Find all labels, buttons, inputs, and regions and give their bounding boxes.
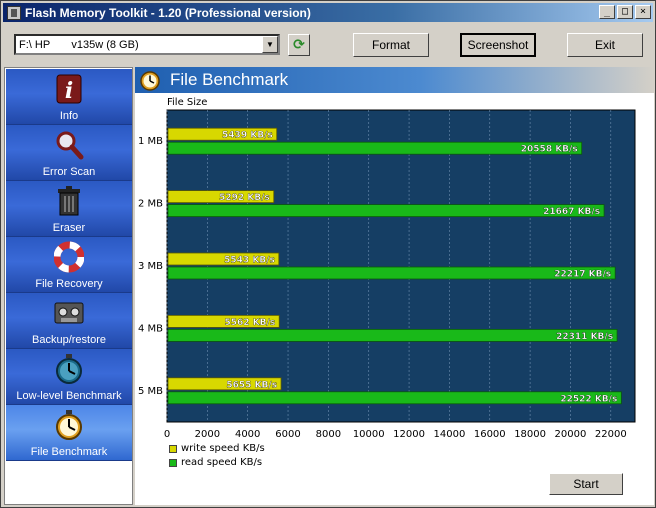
x-tick-label: 22000 <box>595 429 627 440</box>
legend-swatch-write <box>169 444 177 453</box>
write-bar-label: 5292 KB/s <box>219 193 270 203</box>
y-tick-label: 5 MB <box>138 386 163 397</box>
x-tick-label: 0 <box>164 429 170 440</box>
toolbar: F:\ HP v135w (8 GB) ▼ ⟳ Format Screensho… <box>1 23 655 65</box>
x-tick-label: 10000 <box>353 429 385 440</box>
read-bar-label: 21667 KB/s <box>543 207 600 217</box>
stopwatch-icon <box>140 71 160 91</box>
chevron-down-icon[interactable]: ▼ <box>262 36 278 53</box>
legend-item-write: write speed KB/s <box>169 443 265 454</box>
read-bar-label: 20558 KB/s <box>521 145 578 155</box>
x-tick-label: 6000 <box>275 429 300 440</box>
read-bar-label: 22522 KB/s <box>560 394 617 404</box>
refresh-icon: ⟳ <box>293 37 305 53</box>
app-icon <box>7 5 21 20</box>
read-bar <box>167 204 605 217</box>
y-axis-label: File Size <box>167 97 207 108</box>
sidebar-item-label: File Benchmark <box>30 446 108 458</box>
sidebar-item-eraser[interactable]: Eraser <box>6 181 132 237</box>
stopwatch-icon <box>56 410 82 440</box>
x-tick-label: 12000 <box>393 429 425 440</box>
stopwatch-icon <box>56 354 82 384</box>
info-icon: i <box>56 74 82 104</box>
sidebar-item-label: File Recovery <box>35 278 103 290</box>
x-tick-label: 14000 <box>434 429 466 440</box>
sidebar-item-error-scan[interactable]: Error Scan <box>6 125 132 181</box>
drive-select[interactable]: F:\ HP v135w (8 GB) ▼ <box>14 34 280 55</box>
y-tick-label: 1 MB <box>138 136 163 147</box>
read-bar <box>167 141 583 155</box>
y-tick-label: 4 MB <box>138 323 163 334</box>
sidebar-item-label: Low-level Benchmark <box>16 390 122 402</box>
write-bar-label: 5439 KB/s <box>222 131 273 141</box>
sidebar-item-file-recovery[interactable]: File Recovery <box>6 237 132 293</box>
legend-swatch-read <box>169 458 177 467</box>
window-title: Flash Memory Toolkit - 1.20 (Professiona… <box>25 5 311 20</box>
exit-button[interactable]: Exit <box>567 33 643 57</box>
tape-icon <box>54 302 84 324</box>
y-tick-label: 2 MB <box>138 199 163 210</box>
sidebar-item-info[interactable]: i Info <box>6 69 132 125</box>
x-tick-label: 18000 <box>514 429 546 440</box>
svg-text:i: i <box>65 78 73 104</box>
read-bar <box>167 391 622 405</box>
read-bar <box>167 328 618 342</box>
main-panel: File Benchmark File Size 1 MB 5439 KB/s 205… <box>135 67 654 505</box>
x-tick-label: 4000 <box>235 429 260 440</box>
write-bar-label: 5655 KB/s <box>226 380 277 390</box>
page-title: File Benchmark <box>170 70 289 89</box>
refresh-button[interactable]: ⟳ <box>288 34 310 56</box>
write-bar-label: 5543 KB/s <box>224 256 275 266</box>
x-tick-label: 2000 <box>195 429 220 440</box>
sidebar-item-label: Backup/restore <box>32 334 106 346</box>
read-bar <box>167 266 616 280</box>
read-bar-label: 22217 KB/s <box>554 270 611 280</box>
read-bar-label: 22311 KB/s <box>556 332 613 342</box>
sidebar-item-label: Error Scan <box>42 166 96 178</box>
sidebar: i Info Error Scan Eraser File Recovery B… <box>4 67 133 505</box>
trash-icon <box>58 186 80 216</box>
sidebar-item-low-level-benchmark[interactable]: Low-level Benchmark <box>6 349 132 405</box>
sidebar-item-backup-restore[interactable]: Backup/restore <box>6 293 132 349</box>
legend-item-read: read speed KB/s <box>169 457 262 468</box>
legend-label-read: read speed KB/s <box>181 457 263 468</box>
app-window: Flash Memory Toolkit - 1.20 (Professiona… <box>0 0 656 508</box>
drive-select-value: F:\ HP v135w (8 GB) <box>19 38 139 51</box>
sidebar-item-file-benchmark[interactable]: File Benchmark <box>6 405 132 461</box>
sidebar-item-label: Eraser <box>52 222 86 234</box>
x-tick-label: 8000 <box>316 429 341 440</box>
lifebuoy-icon <box>54 241 84 273</box>
benchmark-chart: File Size 1 MB 5439 KB/s 20558 KB/s 2 MB 5292… <box>135 93 654 505</box>
write-bar-label: 5562 KB/s <box>225 318 276 328</box>
close-button[interactable]: × <box>635 5 651 19</box>
minimize-button[interactable]: _ <box>599 5 615 19</box>
start-button[interactable]: Start <box>549 473 623 495</box>
format-button[interactable]: Format <box>353 33 429 57</box>
maximize-button[interactable]: □ <box>617 5 633 19</box>
magnifier-icon <box>56 131 84 160</box>
chart-svg: File Size 1 MB 5439 KB/s 20558 KB/s 2 MB 5292… <box>138 97 636 440</box>
y-tick-label: 3 MB <box>138 261 163 272</box>
x-tick-label: 16000 <box>474 429 506 440</box>
screenshot-button[interactable]: Screenshot <box>460 33 536 57</box>
sidebar-item-label: Info <box>59 110 79 122</box>
title-bar[interactable]: Flash Memory Toolkit - 1.20 (Professiona… <box>3 3 653 22</box>
x-tick-label: 20000 <box>555 429 587 440</box>
legend-label-write: write speed KB/s <box>181 443 265 454</box>
plot-area <box>166 109 636 423</box>
panel-header: File Benchmark <box>135 67 654 93</box>
